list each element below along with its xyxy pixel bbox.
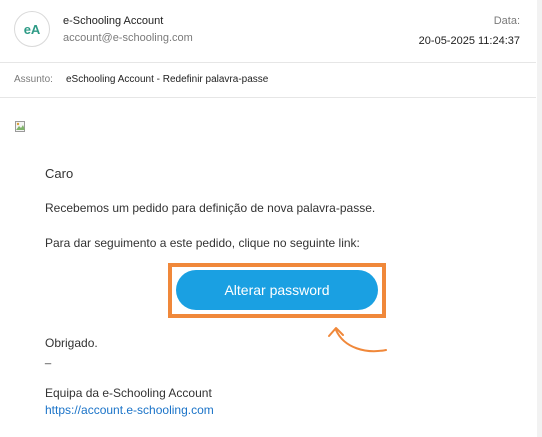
sender-name: e-Schooling Account	[63, 15, 164, 27]
signature-dash: _	[45, 353, 52, 365]
curved-arrow-icon	[328, 327, 387, 353]
subject-row: Assunto: eSchooling Account - Redefinir …	[0, 63, 536, 98]
scrollbar-track[interactable]	[537, 0, 542, 437]
account-link[interactable]: https://account.e-schooling.com	[45, 403, 214, 417]
sender-avatar: eA	[14, 11, 50, 47]
date-label: Data:	[493, 15, 520, 27]
signature-team: Equipa da e-Schooling Account	[45, 386, 212, 400]
sender-email: account@e-schooling.com	[63, 32, 193, 44]
subject-label: Assunto:	[14, 74, 53, 85]
email-thanks: Obrigado.	[45, 336, 98, 350]
subject-value: eSchooling Account - Redefinir palavra-p…	[66, 74, 269, 85]
date-value: 20-05-2025 11:24:37	[418, 35, 520, 47]
email-viewer: eA e-Schooling Account account@e-schooli…	[0, 0, 542, 437]
alterar-password-button[interactable]: Alterar password	[176, 270, 378, 310]
email-header: eA e-Schooling Account account@e-schooli…	[0, 0, 536, 63]
broken-image-icon	[15, 121, 25, 132]
email-paragraph-request: Recebemos um pedido para definição de no…	[45, 201, 376, 215]
email-greeting: Caro	[45, 166, 74, 181]
email-paragraph-instruction: Para dar seguimento a este pedido, cliqu…	[45, 236, 360, 250]
